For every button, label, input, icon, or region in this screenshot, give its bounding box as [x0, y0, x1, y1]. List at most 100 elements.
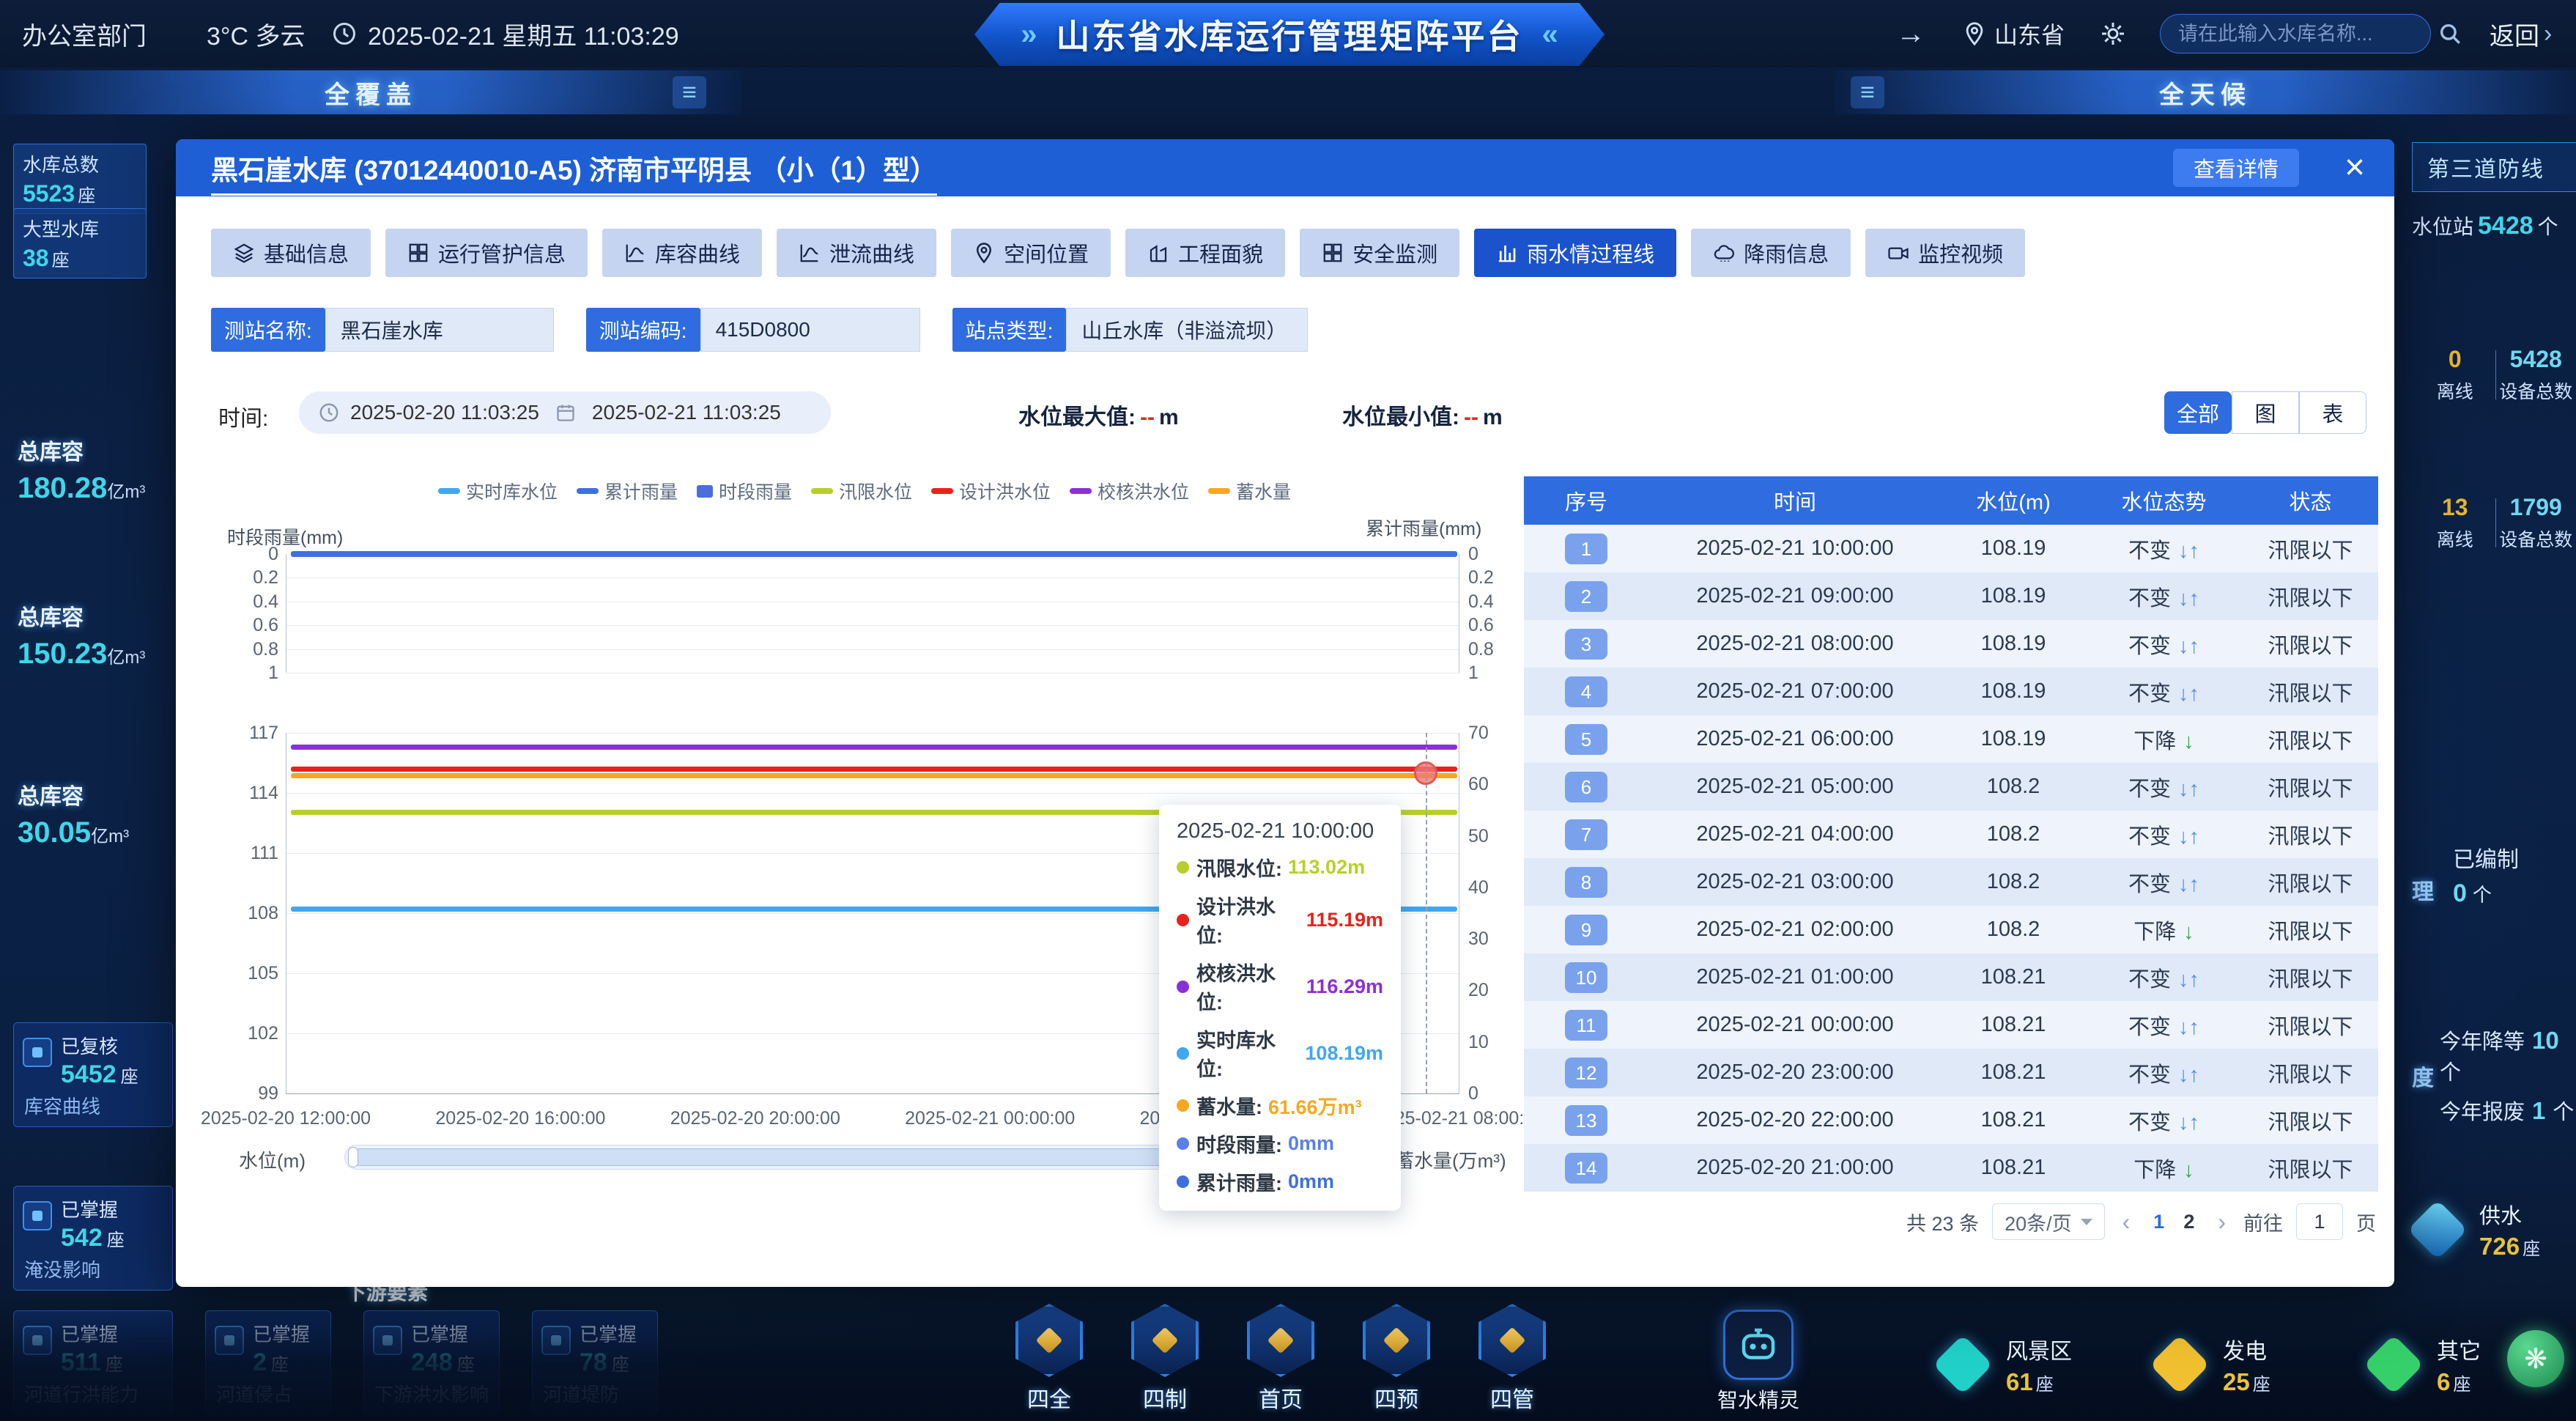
table-row[interactable]: 12 2025-02-20 23:00:00 108.21 不变↓↑ 汛限以下: [1524, 1049, 2378, 1096]
table-row[interactable]: 8 2025-02-21 03:00:00 108.2 不变↓↑ 汛限以下: [1524, 858, 2378, 906]
view-toggle-button[interactable]: 图: [2232, 391, 2299, 434]
modal-tab[interactable]: 雨水情过程线: [1474, 229, 1676, 277]
axis-tick: 0.4: [253, 592, 278, 611]
table-row[interactable]: 5 2025-02-21 06:00:00 108.19 下降↓ 汛限以下: [1524, 715, 2378, 763]
category-stat[interactable]: 其它 6座: [2372, 1333, 2481, 1396]
stat-unit: 座: [52, 251, 70, 270]
table-row[interactable]: 7 2025-02-21 04:00:00 108.2 不变↓↑ 汛限以下: [1524, 811, 2378, 858]
modal-tab[interactable]: 空间位置: [951, 229, 1111, 277]
table-row[interactable]: 10 2025-02-21 01:00:00 108.21 不变↓↑ 汛限以下: [1524, 953, 2378, 1001]
capacity-label: 总库容: [18, 434, 145, 466]
view-detail-button[interactable]: 查看详情: [2173, 149, 2299, 187]
calendar-icon[interactable]: [555, 402, 576, 423]
table-row[interactable]: 1 2025-02-21 10:00:00 108.19 不变↓↑ 汛限以下: [1524, 525, 2378, 572]
category-stat[interactable]: 发电 25座: [2158, 1333, 2270, 1396]
stat-large-reservoirs: 大型水库 38座: [13, 208, 147, 278]
tab-icon: [1322, 242, 1344, 264]
modal-tab[interactable]: 安全监测: [1300, 229, 1459, 277]
axis-tick: 0: [1468, 1084, 1478, 1103]
chart-tooltip: 2025-02-21 10:00:00 汛限水位: 113.02m 设计洪水位:…: [1159, 805, 1401, 1211]
date-range-picker[interactable]: 2025-02-20 11:03:25 2025-02-21 11:03:25: [299, 391, 831, 434]
stat-value: 38: [23, 245, 49, 271]
back-button[interactable]: 返回›: [2490, 0, 2552, 67]
search-icon[interactable]: [2438, 21, 2462, 46]
nav-hex-item[interactable]: 四全: [1013, 1304, 1086, 1414]
goto-page-input[interactable]: [2296, 1203, 2343, 1240]
end-date-value[interactable]: 2025-02-21 11:03:25: [592, 401, 781, 424]
modal-tab[interactable]: 运行管护信息: [385, 229, 588, 277]
next-page-button[interactable]: ›: [2213, 1208, 2230, 1236]
left-menu-icon[interactable]: ≡: [673, 76, 706, 108]
stat-value: 5523: [23, 180, 75, 207]
modal-tab[interactable]: 基础信息: [211, 229, 371, 277]
tab-icon: [407, 242, 429, 264]
arrow-right-icon[interactable]: →: [1896, 0, 1925, 67]
page-number[interactable]: 2: [2177, 1211, 2200, 1233]
row-level: 108.21: [1942, 1060, 2085, 1085]
offline-count: 0: [2415, 346, 2495, 373]
legend-item[interactable]: 累计雨量: [577, 478, 678, 504]
prev-page-button[interactable]: ‹: [2118, 1208, 2135, 1236]
table-row[interactable]: 14 2025-02-20 21:00:00 108.21 下降↓ 汛限以下: [1524, 1144, 2378, 1192]
table-row[interactable]: 9 2025-02-21 02:00:00 108.2 下降↓ 汛限以下: [1524, 906, 2378, 953]
defense-line-box[interactable]: 第三道防线: [2412, 142, 2576, 192]
legend-item[interactable]: 时段雨量: [697, 478, 792, 504]
table-row[interactable]: 4 2025-02-21 07:00:00 108.19 不变↓↑ 汛限以下: [1524, 668, 2378, 715]
legend-item[interactable]: 校核洪水位: [1070, 478, 1189, 504]
slider-left-handle[interactable]: [348, 1147, 358, 1167]
legend-item[interactable]: 实时库水位: [438, 478, 558, 504]
legend-item[interactable]: 设计洪水位: [931, 478, 1051, 504]
tooltip-series-name: 蓄水量:: [1196, 1091, 1262, 1120]
row-trend: 不变: [2128, 587, 2171, 610]
ai-assistant-button[interactable]: 智水精灵: [1714, 1310, 1802, 1414]
modal-tab[interactable]: 泄流曲线: [777, 229, 936, 277]
category-stat[interactable]: 风景区 61座: [1942, 1333, 2072, 1396]
view-toggle-button[interactable]: 表: [2299, 391, 2366, 434]
table-row[interactable]: 11 2025-02-21 00:00:00 108.21 不变↓↑ 汛限以下: [1524, 1001, 2378, 1049]
supply-stat[interactable]: 供水 726座: [2416, 1199, 2540, 1261]
check-card[interactable]: 已掌握 542座 淹没影响: [13, 1186, 173, 1291]
gear-icon[interactable]: [2100, 0, 2126, 67]
table-row[interactable]: 6 2025-02-21 05:00:00 108.2 不变↓↑ 汛限以下: [1524, 763, 2378, 811]
tooltip-series-name: 汛限水位:: [1196, 853, 1282, 882]
floating-settings-button[interactable]: ❋: [2507, 1330, 2564, 1387]
category-label: 风景区: [2006, 1333, 2072, 1365]
page-number[interactable]: 1: [2147, 1211, 2170, 1233]
nav-hex-item[interactable]: 首页: [1244, 1304, 1317, 1414]
close-icon[interactable]: ×: [2344, 144, 2365, 192]
hexagon-emblem-icon: [1363, 1304, 1430, 1377]
view-toggle-button[interactable]: 全部: [2164, 391, 2232, 434]
nav-hex-label: 四制: [1128, 1381, 1202, 1414]
modal-tab[interactable]: 监控视频: [1865, 229, 2025, 277]
region-label[interactable]: 山东省: [1994, 0, 2065, 67]
table-row[interactable]: 3 2025-02-21 08:00:00 108.19 不变↓↑ 汛限以下: [1524, 620, 2378, 668]
modal-tab[interactable]: 库容曲线: [602, 229, 762, 277]
legend-label: 实时库水位: [466, 478, 558, 504]
x-axis-label: 2025-02-20 20:00:00: [670, 1108, 840, 1129]
table-row[interactable]: 13 2025-02-20 22:00:00 108.21 不变↓↑ 汛限以下: [1524, 1096, 2378, 1144]
axis-tick: 0.8: [1468, 640, 1494, 659]
trend-arrow-icon: ↓↑: [2178, 825, 2199, 849]
reservoir-search[interactable]: [2160, 14, 2431, 53]
check-card[interactable]: 已复核 5452座 库容曲线: [13, 1022, 173, 1127]
search-input[interactable]: [2178, 23, 2438, 45]
nav-hex-item[interactable]: 四制: [1128, 1304, 1202, 1414]
table-row[interactable]: 2 2025-02-21 09:00:00 108.19 不变↓↑ 汛限以下: [1524, 572, 2378, 620]
modal-tab[interactable]: 工程面貌: [1125, 229, 1285, 277]
legend-item[interactable]: 汛限水位: [811, 478, 912, 504]
axis-tick: 60: [1468, 775, 1489, 794]
row-status: 汛限以下: [2243, 629, 2378, 660]
legend-item[interactable]: 蓄水量: [1208, 478, 1291, 504]
right-menu-icon[interactable]: ≡: [1851, 76, 1884, 108]
page-size-select[interactable]: 20条/页: [1992, 1203, 2105, 1240]
device-total-label: 设备总数: [2496, 525, 2576, 552]
location-pin-icon: [1962, 0, 1987, 67]
defense-line-label: 第三道防线: [2427, 151, 2544, 183]
nav-hex-item[interactable]: 四预: [1360, 1304, 1433, 1414]
modal-tab[interactable]: 降雨信息: [1691, 229, 1851, 277]
start-date-value[interactable]: 2025-02-20 11:03:25: [350, 401, 539, 424]
hexagon-emblem-icon: [1247, 1304, 1314, 1377]
nav-hex-item[interactable]: 四管: [1476, 1304, 1549, 1414]
field-label-chip: 站点类型:: [952, 308, 1067, 352]
tab-label: 库容曲线: [655, 237, 740, 268]
